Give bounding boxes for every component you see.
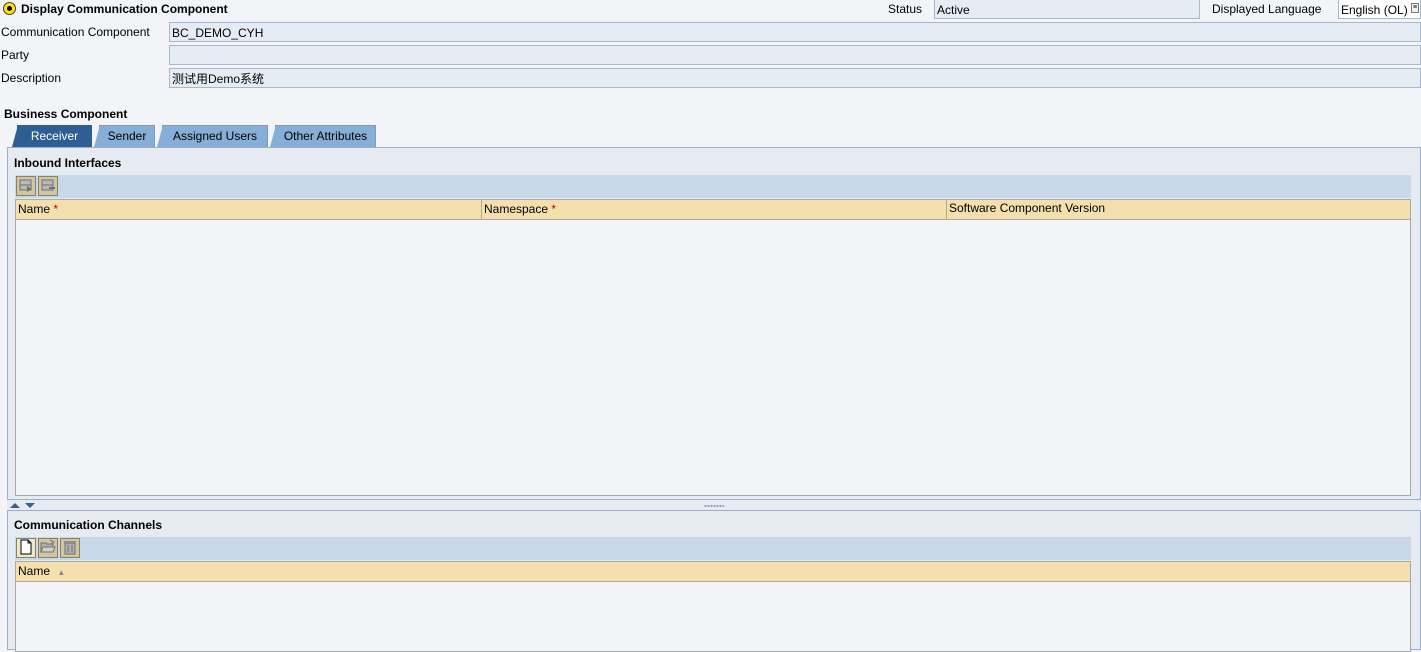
- splitter-grip-icon[interactable]: [704, 505, 724, 507]
- tab-receiver[interactable]: Receiver: [12, 125, 92, 147]
- language-select[interactable]: English (OL) ≡: [1338, 0, 1421, 19]
- communication-channels-panel: Communication Channels Name ▲: [7, 510, 1421, 652]
- channels-toolbar: [15, 537, 1411, 560]
- language-value: English (OL): [1341, 3, 1408, 17]
- comm-component-field[interactable]: BC_DEMO_CYH: [169, 22, 1421, 42]
- description-field[interactable]: 测试用Demo系统: [169, 68, 1421, 88]
- column-header-channel-name[interactable]: Name ▲: [16, 562, 1410, 581]
- collapse-down-icon[interactable]: [25, 503, 35, 508]
- column-name-label: Name: [18, 202, 51, 216]
- panel-splitter[interactable]: [7, 500, 1421, 510]
- communication-channels-title: Communication Channels: [14, 518, 163, 532]
- tab-other-attributes-label: Other Attributes: [283, 129, 368, 143]
- tab-other-attributes[interactable]: Other Attributes: [270, 125, 376, 147]
- collapse-up-icon[interactable]: [10, 503, 20, 508]
- inbound-table-body[interactable]: [15, 220, 1411, 496]
- open-folder-icon: [40, 539, 56, 558]
- inbound-interfaces-panel: Inbound Interfaces Name * Namespace * So…: [7, 147, 1421, 500]
- description-label: Description: [1, 71, 62, 85]
- dropdown-icon[interactable]: ≡: [1411, 3, 1419, 13]
- required-marker: *: [551, 202, 557, 216]
- trash-icon: [62, 539, 78, 558]
- channels-table-header: Name ▲: [15, 561, 1411, 582]
- insert-row-icon: [18, 177, 34, 196]
- comm-component-label: Communication Component: [1, 25, 150, 39]
- radio-indicator[interactable]: [3, 2, 16, 15]
- open-channel-button[interactable]: [38, 538, 58, 558]
- channels-table-body[interactable]: [15, 582, 1411, 652]
- new-channel-button[interactable]: [16, 538, 36, 558]
- status-label: Status: [888, 2, 923, 16]
- required-marker: *: [53, 202, 59, 216]
- business-component-title: Business Component: [4, 107, 128, 121]
- status-field[interactable]: Active: [934, 0, 1200, 19]
- column-header-name[interactable]: Name *: [16, 200, 482, 219]
- column-header-namespace[interactable]: Namespace *: [482, 200, 947, 219]
- inbound-toolbar: [15, 175, 1411, 198]
- party-field[interactable]: [169, 45, 1421, 65]
- party-label: Party: [1, 48, 30, 62]
- delete-row-button[interactable]: [38, 176, 58, 196]
- inbound-table-header: Name * Namespace * Software Component Ve…: [15, 199, 1411, 220]
- displayed-language-label: Displayed Language: [1212, 2, 1322, 16]
- insert-row-button[interactable]: [16, 176, 36, 196]
- sort-ascending-icon[interactable]: ▲: [57, 568, 65, 577]
- column-channel-name-label: Name: [18, 564, 51, 578]
- tab-sender-label: Sender: [107, 129, 147, 143]
- delete-channel-button[interactable]: [60, 538, 80, 558]
- page-title: Display Communication Component: [21, 2, 228, 16]
- tab-receiver-label: Receiver: [30, 129, 79, 143]
- delete-row-icon: [40, 177, 56, 196]
- column-header-swcv[interactable]: Software Component Version: [947, 200, 1410, 219]
- tab-assigned-users-label: Assigned Users: [172, 129, 258, 143]
- tab-sender[interactable]: Sender: [94, 125, 155, 147]
- inbound-interfaces-title: Inbound Interfaces: [14, 156, 122, 170]
- column-namespace-label: Namespace: [484, 202, 549, 216]
- column-swcv-label: Software Component Version: [949, 201, 1106, 215]
- tab-assigned-users[interactable]: Assigned Users: [157, 125, 268, 147]
- new-document-icon: [18, 539, 34, 558]
